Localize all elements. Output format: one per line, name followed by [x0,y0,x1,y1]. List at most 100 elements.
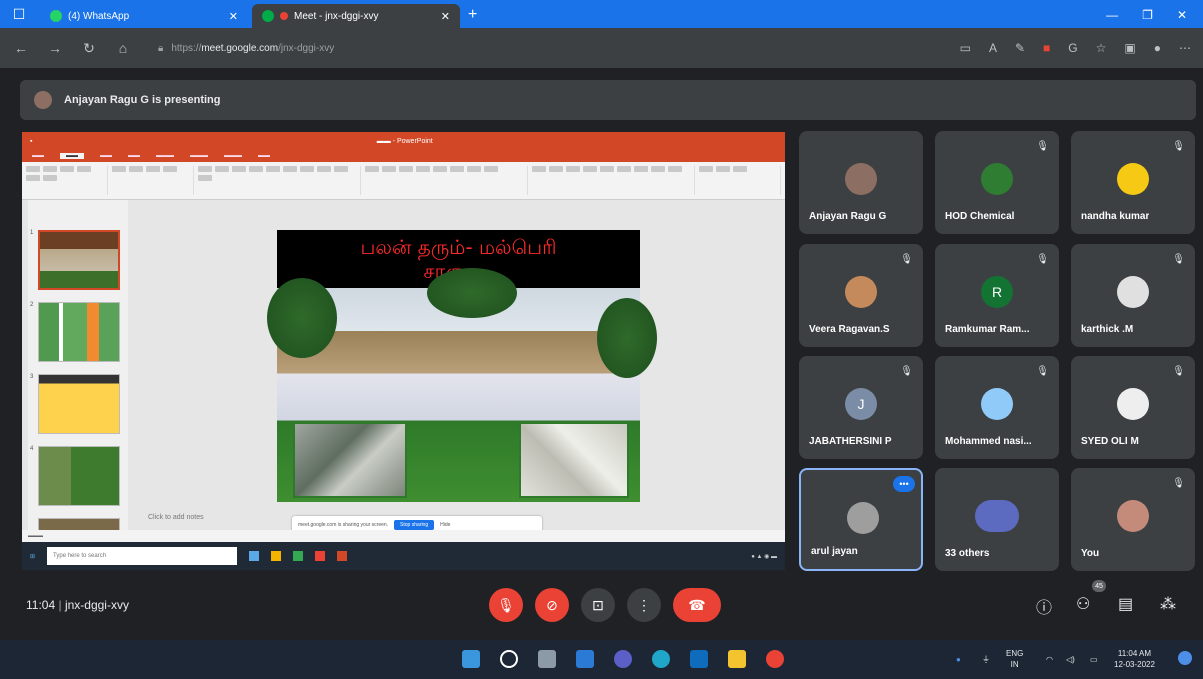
mic-muted-icon: 🎙︎ [1172,141,1185,152]
slide-thumbnail [38,374,120,434]
widgets-icon[interactable] [576,650,594,668]
start-icon[interactable] [462,650,480,668]
taskbar-app-icon [249,551,260,561]
file-explorer-icon[interactable] [728,650,746,668]
participant-tile[interactable]: You 🎙︎ [1071,468,1195,571]
chrome-icon[interactable] [766,650,784,668]
tab-actions-icon[interactable]: ☐ [10,6,28,23]
save-icon: ▪ [30,137,33,145]
clock-time: 11:04 AM [1117,649,1152,658]
close-tab-icon[interactable]: ✕ [229,10,238,23]
participant-name: arul jayan [811,546,858,557]
ribbon-group [699,166,781,195]
record-extension-icon[interactable]: ■ [1043,41,1050,55]
edge-icon[interactable] [652,650,670,668]
notifications-icon[interactable] [1178,651,1192,665]
participant-name: nandha kumar [1081,211,1150,222]
more-options-icon[interactable]: ⋯ [1179,41,1191,55]
hide-button[interactable]: Hide [440,522,450,528]
collections-icon[interactable]: ▣ [1124,41,1135,55]
meeting-details-icon[interactable]: ⓘ [1036,594,1052,618]
ribbon-tab: ▬▬ [258,153,270,159]
tab-whatsapp[interactable]: (4) WhatsApp ✕ [40,4,248,28]
reload-icon[interactable]: ↻ [80,40,98,57]
leave-call-button[interactable]: ☎ [673,588,721,622]
participant-tile[interactable]: R Ramkumar Ram... 🎙︎ [935,244,1059,347]
battery-icon[interactable]: ▭ [1090,654,1098,665]
store-icon[interactable] [690,650,708,668]
close-tab-icon[interactable]: ✕ [441,10,450,23]
participant-name: JABATHERSINI P [809,436,892,447]
mic-muted-icon: 🎙︎ [900,254,913,265]
participant-avatar [1117,500,1149,532]
mic-off-button[interactable]: 🎙︎ [489,588,523,622]
participant-avatar [1117,388,1149,420]
shared-taskbar: ⊞ Type here to search ● ▲ ◉ ▬ [22,542,785,570]
browser-tab-strip: ☐ (4) WhatsApp ✕ Meet - jnx-dggi-xvy ✕ +… [0,0,1203,28]
mic-muted-icon: 🎙︎ [1036,254,1049,265]
system-clock[interactable]: 11:04 AM 12-03-2022 [1114,648,1155,670]
stop-sharing-button[interactable]: Stop sharing [394,520,435,530]
forward-icon[interactable]: → [46,40,64,56]
chat-icon[interactable]: ▤ [1118,594,1133,614]
maximize-icon[interactable]: ❐ [1142,8,1153,22]
ribbon-tab: ▬▬▬ [224,153,242,159]
shared-screen: ▪ ▬▬ - PowerPoint ▬▬ ▬▬ ▬▬ ▬▬ ▬▬▬ ▬▬▬ ▬▬… [22,132,785,570]
camera-indicator-icon[interactable]: ▭ [960,41,971,55]
meeting-controls-bar: 11:04 | jnx-dggi-xvy 🎙︎ ⊘ ⊡ ⋮ ☎ ⓘ ⚇ ▤ ⁂ [0,580,1203,630]
participant-tile[interactable]: SYED OLI M 🎙︎ [1071,356,1195,459]
participant-tile[interactable]: karthick .M 🎙︎ [1071,244,1195,347]
favorites-icon[interactable]: ☆ [1096,41,1107,55]
slide-title-line: பலன் தரும்- மல்பெரி [360,235,557,259]
participant-tile[interactable]: nandha kumar 🎙︎ [1071,131,1195,234]
taskbar-app-icon [293,551,304,561]
minimize-icon[interactable]: — [1106,8,1118,22]
participant-tile[interactable]: Veera Ragavan.S 🎙︎ [799,244,923,347]
new-tab-icon[interactable]: + [468,6,477,24]
mic-muted-icon: 🎙︎ [1036,366,1049,377]
people-icon[interactable]: ⚇ [1076,594,1090,614]
hang-up-icon: ☎ [688,596,706,613]
back-icon[interactable]: ← [12,40,30,56]
ribbon-group [532,166,695,195]
notes-placeholder: Click to add notes [148,514,204,521]
participant-avatar [981,388,1013,420]
camera-off-button[interactable]: ⊘ [535,588,569,622]
ribbon-tab: ▬▬ [100,153,112,159]
slide-thumbnail [38,302,120,362]
participant-name: Mohammed nasi... [945,436,1032,447]
url-bar[interactable]: 🔒︎ https://meet.google.com/jnx-dggi-xvy [148,35,868,61]
ribbon [22,162,785,200]
volume-icon[interactable]: ◁) [1066,654,1075,665]
grammar-extension-icon[interactable]: G [1068,41,1077,55]
slide-number: 3 [30,374,34,380]
slide-thumbnail [38,230,120,290]
participant-tile[interactable]: 33 others [935,468,1059,571]
participant-tile[interactable]: HOD Chemical 🎙︎ [935,131,1059,234]
defender-icon[interactable]: ● [956,654,961,665]
profile-icon[interactable]: ● [1154,41,1161,55]
participant-tile[interactable]: J JABATHERSINI P 🎙︎ [799,356,923,459]
participant-tile[interactable]: Anjayan Ragu G [799,131,923,234]
task-view-icon[interactable] [538,650,556,668]
language-indicator[interactable]: ENG IN [1006,648,1023,670]
close-window-icon[interactable]: ✕ [1177,8,1187,22]
chat-app-icon[interactable] [614,650,632,668]
shared-search-box: Type here to search [47,547,238,565]
more-options-button[interactable]: ⋮ [627,588,661,622]
usb-icon[interactable]: ⏚ [982,654,990,665]
extension-icon[interactable]: ✎ [1015,41,1025,55]
present-button[interactable]: ⊡ [581,588,615,622]
tile-more-options-icon[interactable]: ••• [893,476,915,492]
read-aloud-icon[interactable]: A [989,41,997,55]
participant-name: karthick .M [1081,324,1134,335]
participant-name: 33 others [945,548,990,559]
tab-meet[interactable]: Meet - jnx-dggi-xvy ✕ [252,4,460,28]
home-icon[interactable]: ⌂ [114,40,132,56]
activities-icon[interactable]: ⁂ [1160,594,1176,614]
participant-name: Veera Ragavan.S [809,324,890,335]
search-icon[interactable] [500,650,518,668]
participant-tile[interactable]: arul jayan ••• [799,468,923,571]
wifi-icon[interactable]: ◠ [1046,654,1053,665]
participant-tile[interactable]: Mohammed nasi... 🎙︎ [935,356,1059,459]
